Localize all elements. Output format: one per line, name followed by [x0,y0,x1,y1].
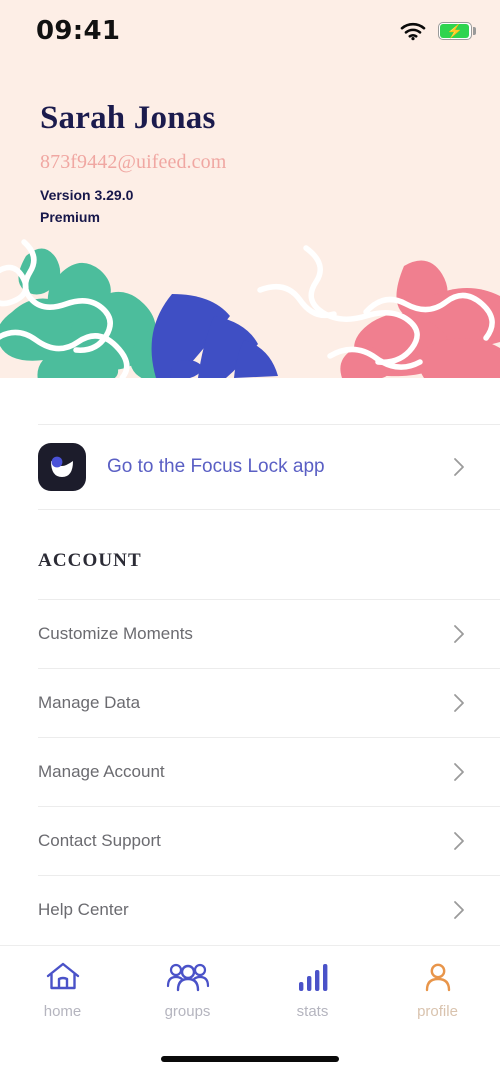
wifi-icon [400,21,426,41]
tab-label: home [43,1003,82,1020]
list-item-contact-support[interactable]: Contact Support [38,806,500,875]
chevron-right-icon [444,900,474,920]
list-item-customize-moments[interactable]: Customize Moments [38,599,500,668]
tab-home[interactable]: home [0,960,125,1020]
focus-lock-app-icon [38,443,86,491]
status-bar-clock: 09:41 [36,16,121,46]
tab-stats[interactable]: stats [250,960,375,1020]
bottom-tab-bar: home groups stats profile [0,945,500,1080]
bar-chart-icon [297,960,329,994]
list-item-manage-account[interactable]: Manage Account [38,737,500,806]
list-item-manage-data[interactable]: Manage Data [38,668,500,737]
home-icon [45,960,81,994]
app-version: Version 3.29.0 [40,187,134,203]
person-icon [422,960,454,994]
list-item-label: Help Center [38,900,129,919]
chevron-right-icon [444,831,474,851]
tab-groups[interactable]: groups [125,960,250,1020]
user-email: 873f9442@uifeed.com [40,151,227,173]
tab-label: profile [417,1003,458,1020]
profile-screen: 09:41 ⚡ Sarah Jonas 873f9442@uifeed.com … [0,0,500,1080]
list-item-label: Contact Support [38,831,161,850]
chevron-right-icon [444,457,474,477]
home-indicator [161,1056,339,1062]
profile-header: 09:41 ⚡ Sarah Jonas 873f9442@uifeed.com … [0,0,500,378]
status-bar: 09:41 ⚡ [0,0,500,62]
focus-lock-app-row[interactable]: Go to the Focus Lock app [38,424,500,510]
focus-lock-app-label: Go to the Focus Lock app [107,456,325,477]
list-item-help-center[interactable]: Help Center [38,875,500,944]
list-item-label: Customize Moments [38,624,193,643]
chevron-right-icon [444,762,474,782]
page-title: Sarah Jonas [40,100,216,136]
list-item-label: Manage Account [38,762,165,781]
decorative-blobs [0,239,500,378]
tab-label: groups [164,1003,211,1020]
tab-profile[interactable]: profile [375,960,500,1020]
subscription-plan: Premium [40,209,100,226]
battery-charging-icon: ⚡ [438,22,476,40]
settings-body: Go to the Focus Lock app ACCOUNT Customi… [0,424,500,944]
profile-identity: Sarah Jonas 873f9442@uifeed.com Version … [0,62,500,229]
tab-label: stats [296,1003,329,1020]
chevron-right-icon [444,693,474,713]
status-bar-indicators: ⚡ [400,21,476,41]
section-header-account: ACCOUNT [38,550,142,571]
groups-icon [166,960,210,994]
chevron-right-icon [444,624,474,644]
list-item-label: Manage Data [38,693,141,712]
